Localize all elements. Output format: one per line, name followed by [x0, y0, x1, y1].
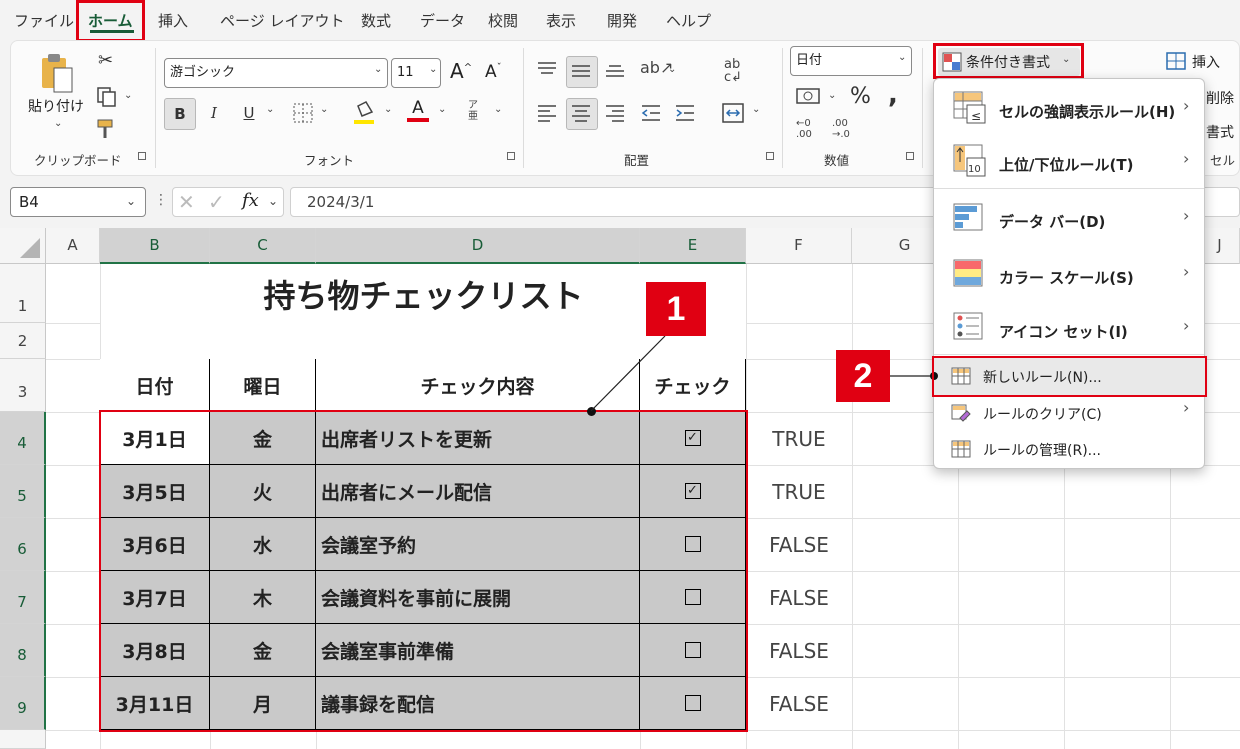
- menu-item-manage-rules[interactable]: ルールの管理(R)...: [933, 434, 1205, 468]
- menu-item-label: 上位/下位ルール(T): [999, 156, 1134, 174]
- menu-item-label: セルの強調表示ルール(H): [999, 103, 1176, 121]
- menu-item-highlight-rules[interactable]: ≤ セルの強調表示ルール(H) ›: [933, 82, 1205, 136]
- svg-text:≤: ≤: [971, 109, 981, 123]
- menu-item-label: アイコン セット(I): [999, 323, 1128, 341]
- chevron-right-icon: ›: [1183, 316, 1190, 335]
- annotation-badge-1: 1: [646, 282, 706, 336]
- menu-divider: [934, 354, 1204, 355]
- menu-item-label: データ バー(D): [999, 213, 1106, 231]
- color-scales-icon: [953, 259, 983, 287]
- chevron-right-icon: ›: [1183, 96, 1190, 115]
- new-rule-highlight-box: [932, 356, 1207, 397]
- highlight-rules-icon: ≤: [953, 91, 986, 124]
- chevron-right-icon: ›: [1183, 149, 1190, 168]
- menu-item-label: ルールのクリア(C): [983, 407, 1102, 423]
- menu-item-color-scales[interactable]: カラー スケール(S) ›: [933, 248, 1205, 302]
- clear-rules-icon: [951, 404, 971, 422]
- menu-divider: [934, 188, 1204, 189]
- chevron-right-icon: ›: [1183, 398, 1190, 417]
- chevron-right-icon: ›: [1183, 206, 1190, 225]
- icon-sets-icon: [953, 312, 983, 340]
- chevron-right-icon: ›: [1183, 262, 1190, 281]
- data-bars-icon: [953, 203, 983, 231]
- menu-item-icon-sets[interactable]: アイコン セット(I) ›: [933, 302, 1205, 354]
- menu-item-top-bottom-rules[interactable]: 10 上位/下位ルール(T) ›: [933, 136, 1205, 188]
- top-bottom-rules-icon: 10: [953, 144, 986, 177]
- annotation-badge-2: 2: [836, 350, 890, 402]
- svg-text:10: 10: [968, 164, 981, 175]
- manage-rules-icon: [951, 440, 971, 458]
- menu-item-data-bars[interactable]: データ バー(D) ›: [933, 192, 1205, 246]
- menu-item-clear-rules[interactable]: ルールのクリア(C) ›: [933, 398, 1205, 432]
- menu-item-label: カラー スケール(S): [999, 269, 1134, 287]
- menu-item-label: ルールの管理(R)...: [983, 443, 1102, 459]
